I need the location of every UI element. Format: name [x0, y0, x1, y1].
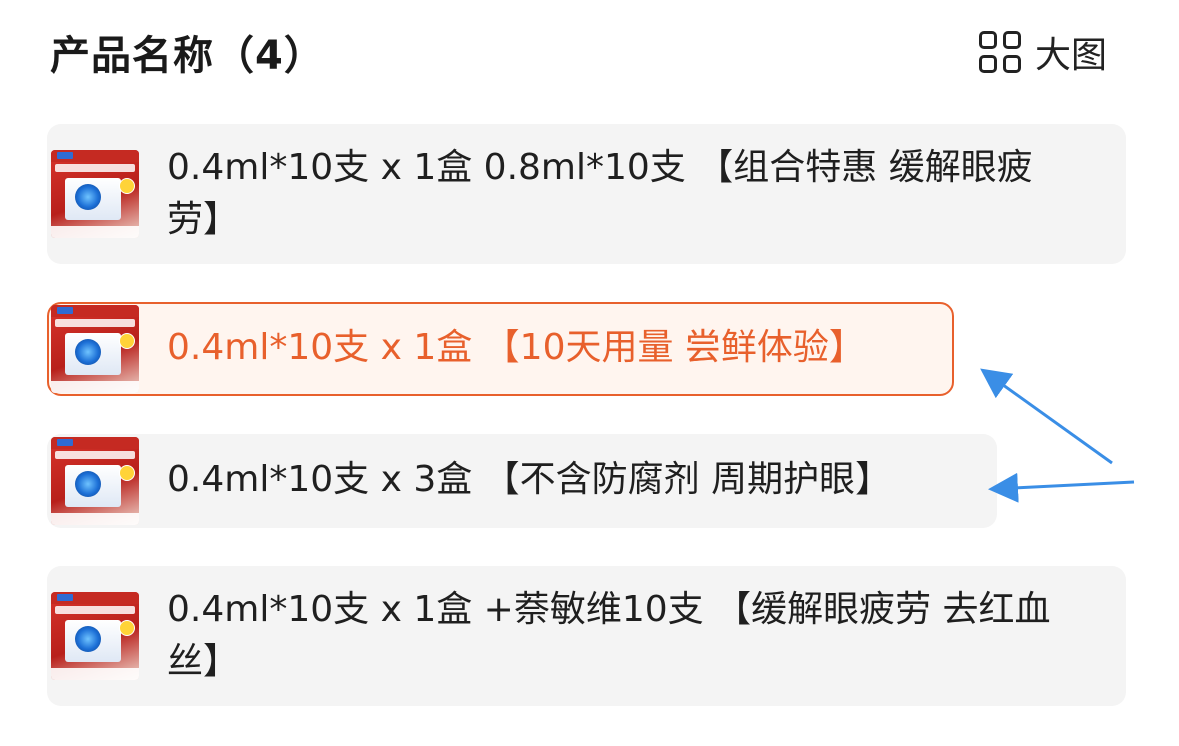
- sku-option-1[interactable]: 0.4ml*10支 x 1盒 0.8ml*10支 【组合特惠 缓解眼疲劳】: [47, 124, 1126, 264]
- view-toggle-label: 大图: [1034, 35, 1107, 76]
- product-thumbnail: [51, 592, 139, 680]
- sku-option-label: 0.4ml*10支 x 1盒 0.8ml*10支 【组合特惠 缓解眼疲劳】: [167, 147, 1033, 240]
- sku-option-3[interactable]: 0.4ml*10支 x 3盒 【不含防腐剂 周期护眼】: [47, 434, 997, 528]
- product-thumbnail: [51, 150, 139, 238]
- product-thumbnail: [51, 437, 139, 525]
- header: 产品名称（4） 大图: [50, 24, 1107, 80]
- sku-option-label: 0.4ml*10支 x 1盒 【10天用量 尝鲜体验】: [167, 327, 865, 368]
- sku-option-label: 0.4ml*10支 x 1盒 +萘敏维10支 【缓解眼疲劳 去红血丝】: [167, 589, 1051, 682]
- sku-option-label: 0.4ml*10支 x 3盒 【不含防腐剂 周期护眼】: [167, 459, 892, 500]
- sku-option-2[interactable]: 0.4ml*10支 x 1盒 【10天用量 尝鲜体验】: [47, 302, 954, 396]
- large-view-toggle[interactable]: 大图: [978, 26, 1107, 78]
- grid-icon: [978, 31, 1021, 73]
- arrow-to-option-3: [988, 472, 1135, 503]
- sku-option-4[interactable]: 0.4ml*10支 x 1盒 +萘敏维10支 【缓解眼疲劳 去红血丝】: [47, 566, 1126, 706]
- arrow-to-option-2: [980, 368, 1113, 465]
- page-title: 产品名称（4）: [50, 33, 325, 79]
- product-thumbnail: [51, 305, 139, 393]
